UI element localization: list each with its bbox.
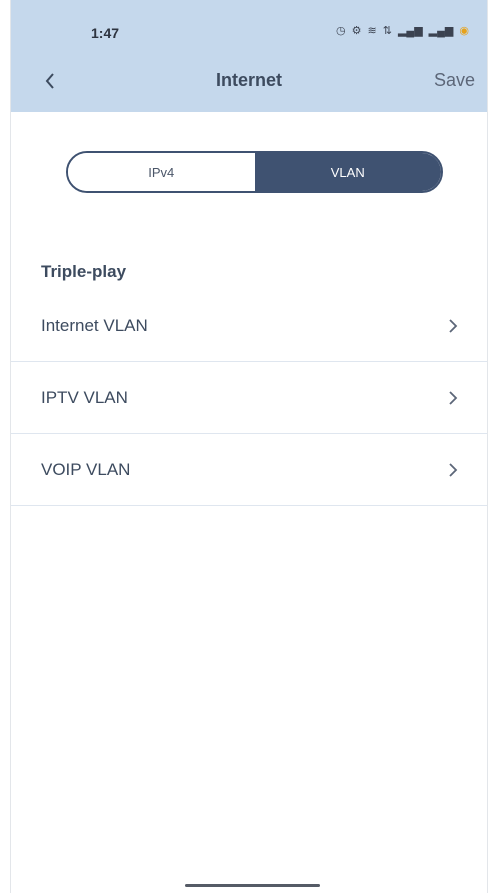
home-indicator[interactable]: [185, 884, 320, 887]
tab-ipv4[interactable]: IPv4: [68, 153, 255, 191]
data-icon: ⇅: [382, 25, 392, 37]
page-title: Internet: [215, 70, 282, 90]
status-time: 1:47: [91, 25, 120, 41]
battery-icon: ◉: [459, 25, 469, 37]
tab-vlan[interactable]: VLAN: [254, 153, 441, 191]
app-header: 1:47 ◷ ⚙ ≋ ⇅ ▂▄▆ ▂▄▆ ◉ Internet Save: [11, 0, 487, 112]
wifi-icon: ≋: [367, 25, 377, 37]
list-item-internet-vlan[interactable]: Internet VLAN: [11, 290, 487, 362]
chevron-right-icon: [449, 318, 458, 333]
save-button[interactable]: Save: [434, 70, 475, 91]
alarm-icon: ◷: [336, 25, 346, 37]
signal-icon: ▂▄▆: [428, 25, 454, 37]
vpn-icon: ⚙: [351, 25, 362, 37]
list-item-label: Internet VLAN: [41, 315, 148, 335]
list-item-iptv-vlan[interactable]: IPTV VLAN: [11, 362, 487, 434]
signal-icon: ▂▄▆: [397, 25, 423, 37]
status-icons: ◷ ⚙ ≋ ⇅ ▂▄▆ ▂▄▆ ◉: [336, 24, 469, 37]
chevron-right-icon: [449, 390, 458, 405]
section-heading: Triple-play: [41, 262, 127, 281]
phone-screen: 1:47 ◷ ⚙ ≋ ⇅ ▂▄▆ ▂▄▆ ◉ Internet Save IPv…: [10, 0, 488, 893]
chevron-right-icon: [449, 462, 458, 477]
list-item-label: IPTV VLAN: [41, 387, 128, 407]
vlan-list: Internet VLAN IPTV VLAN VOIP VLAN: [11, 290, 487, 506]
mode-segmented-control: IPv4 VLAN: [66, 151, 443, 193]
list-item-voip-vlan[interactable]: VOIP VLAN: [11, 434, 487, 506]
list-item-label: VOIP VLAN: [41, 459, 131, 479]
